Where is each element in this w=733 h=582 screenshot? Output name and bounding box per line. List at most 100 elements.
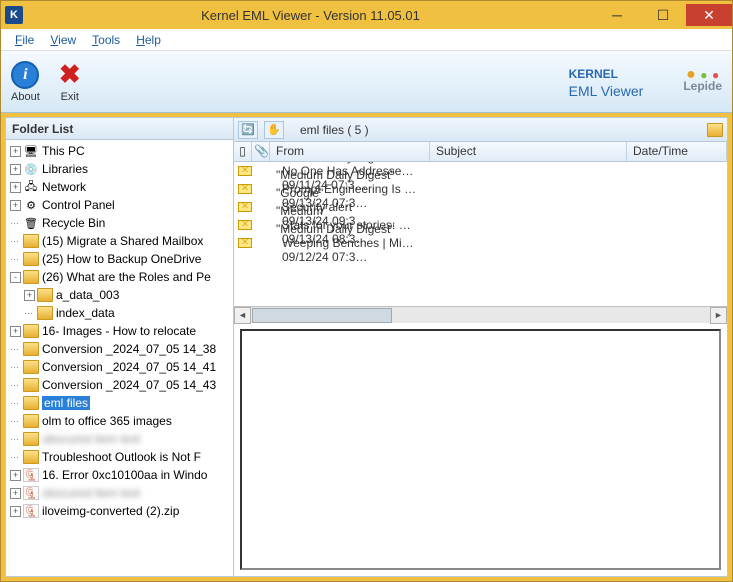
col-attach[interactable]: 📎 xyxy=(252,142,270,161)
folder-icon xyxy=(37,306,53,320)
folder-icon xyxy=(23,324,39,338)
expand-toggle[interactable]: + xyxy=(10,488,21,499)
bin-icon: 🗑 xyxy=(23,216,39,230)
envelope-icon xyxy=(238,184,252,194)
zip-icon: 🗜 xyxy=(23,504,39,518)
tree-item[interactable]: +🖥This PC xyxy=(6,142,233,160)
zip-icon: 🗜 xyxy=(23,486,39,500)
tree-item[interactable]: +16- Images - How to relocate xyxy=(6,322,233,340)
tree-item[interactable]: ⋯olm to office 365 images xyxy=(6,412,233,430)
tree-item-label: obscured item text xyxy=(42,486,140,500)
expand-toggle[interactable]: + xyxy=(10,200,21,211)
expand-toggle[interactable]: + xyxy=(10,182,21,193)
expand-toggle[interactable]: + xyxy=(10,146,21,157)
exit-button[interactable]: ✖ Exit xyxy=(56,61,84,103)
maximize-button[interactable]: ☐ xyxy=(640,4,686,26)
tree-item-label: (25) How to Backup OneDrive xyxy=(42,252,201,266)
brand-area: KERNEL EML Viewer ● ● ● Lepide xyxy=(569,65,722,99)
lepide-logo: ● ● ● Lepide xyxy=(683,71,722,93)
menubar: File View Tools Help xyxy=(1,29,732,51)
tree-item[interactable]: +🗜16. Error 0xc10100aa in Windo xyxy=(6,466,233,484)
menu-help[interactable]: Help xyxy=(128,31,169,49)
about-button[interactable]: i About xyxy=(11,61,40,103)
menu-tools[interactable]: Tools xyxy=(84,31,128,49)
envelope-icon xyxy=(238,166,252,176)
tree-item[interactable]: ⋯Troubleshoot Outlook is Not F xyxy=(6,448,233,466)
folder-icon xyxy=(23,396,39,410)
expand-toggle[interactable]: + xyxy=(10,470,21,481)
folder-icon xyxy=(23,432,39,446)
email-list[interactable]: "Medium Daily Digest" No One Has Address… xyxy=(234,162,727,306)
right-panel: 🔄 ✋ eml files ( 5 ) ▯ 📎 From Subject Dat… xyxy=(234,118,727,576)
tree-item-label: Recycle Bin xyxy=(42,216,105,230)
folder-icon xyxy=(23,252,39,266)
tree-item[interactable]: ⋯🗑Recycle Bin xyxy=(6,214,233,232)
close-x-icon: ✖ xyxy=(56,61,84,89)
col-subject[interactable]: Subject xyxy=(430,142,627,161)
menu-file[interactable]: File xyxy=(7,31,42,49)
tree-item[interactable]: +🗜iloveimg-converted (2).zip xyxy=(6,502,233,520)
expand-toggle[interactable]: + xyxy=(10,326,21,337)
expand-toggle[interactable]: + xyxy=(24,290,35,301)
email-row[interactable]: "Medium Daily Digest" Weeping Benches | … xyxy=(234,234,727,252)
tree-item[interactable]: ⋯(25) How to Backup OneDrive xyxy=(6,250,233,268)
tree-item[interactable]: +💿Libraries xyxy=(6,160,233,178)
expand-toggle[interactable]: - xyxy=(10,272,21,283)
expand-toggle[interactable]: + xyxy=(10,506,21,517)
email-from: "Medium Daily Digest" Weeping Benches | … xyxy=(270,222,430,264)
horizontal-scrollbar[interactable]: ◄ ► xyxy=(234,306,727,323)
tree-item[interactable]: ⋯Conversion _2024_07_05 14_38 xyxy=(6,340,233,358)
close-button[interactable]: ✕ xyxy=(686,4,732,26)
folder-icon xyxy=(23,270,39,284)
email-list-header: ▯ 📎 From Subject Date/Time xyxy=(234,142,727,162)
folder-icon xyxy=(23,414,39,428)
folder-icon xyxy=(23,234,39,248)
folder-panel: Folder List +🖥This PC+💿Libraries+🖧Networ… xyxy=(6,118,234,576)
folder-icon xyxy=(707,123,723,137)
tree-item[interactable]: ⋯eml files xyxy=(6,394,233,412)
tree-item-label: obscured item text xyxy=(42,432,140,446)
preview-pane xyxy=(240,329,721,570)
col-date[interactable]: Date/Time xyxy=(627,142,727,161)
tree-item-label: 16- Images - How to relocate xyxy=(42,324,196,338)
tree-item[interactable]: +🗜obscured item text xyxy=(6,484,233,502)
tree-item-label: Troubleshoot Outlook is Not F xyxy=(42,450,201,464)
tree-item[interactable]: ⋯(15) Migrate a Shared Mailbox xyxy=(6,232,233,250)
tree-item-label: 16. Error 0xc10100aa in Windo xyxy=(42,468,207,482)
tree-item[interactable]: + a_data_003 xyxy=(6,286,233,304)
email-date: 09/12/24 07:30:04 xyxy=(276,250,376,264)
titlebar[interactable]: K Kernel EML Viewer - Version 11.05.01 ─… xyxy=(1,1,732,29)
folder-list-header: Folder List xyxy=(6,118,233,140)
tree-item-label: a_data_003 xyxy=(56,288,119,302)
tree-item[interactable]: +🖧Network xyxy=(6,178,233,196)
refresh-button[interactable]: 🔄 xyxy=(238,121,258,139)
pc-icon: 🖥 xyxy=(23,144,39,158)
col-icon[interactable]: ▯ xyxy=(234,142,252,161)
menu-view[interactable]: View xyxy=(42,31,84,49)
scroll-right[interactable]: ► xyxy=(710,307,727,324)
main-area: Folder List +🖥This PC+💿Libraries+🖧Networ… xyxy=(5,117,728,577)
tree-item-label: Network xyxy=(42,180,86,194)
tree-item[interactable]: ⋯Conversion _2024_07_05 14_43 xyxy=(6,376,233,394)
tree-item[interactable]: ⋯index_data xyxy=(6,304,233,322)
zip-icon: 🗜 xyxy=(23,468,39,482)
about-label: About xyxy=(11,91,40,103)
expand-toggle[interactable]: + xyxy=(10,164,21,175)
tree-item-label: This PC xyxy=(42,144,85,158)
tree-item-label: index_data xyxy=(56,306,115,320)
tree-item-label: iloveimg-converted (2).zip xyxy=(42,504,179,518)
tree-item-label: Libraries xyxy=(42,162,88,176)
tree-item[interactable]: +⚙Control Panel xyxy=(6,196,233,214)
tree-item[interactable]: -(26) What are the Roles and Pe xyxy=(6,268,233,286)
minimize-button[interactable]: ─ xyxy=(594,4,640,26)
tree-item[interactable]: ⋯obscured item text xyxy=(6,430,233,448)
folder-tree[interactable]: +🖥This PC+💿Libraries+🖧Network+⚙Control P… xyxy=(6,140,233,576)
scroll-left[interactable]: ◄ xyxy=(234,307,251,324)
folder-icon xyxy=(23,378,39,392)
tree-item[interactable]: ⋯Conversion _2024_07_05 14_41 xyxy=(6,358,233,376)
scroll-thumb[interactable] xyxy=(252,308,392,323)
path-text: eml files ( 5 ) xyxy=(300,123,369,137)
hand-button[interactable]: ✋ xyxy=(264,121,284,139)
info-icon: i xyxy=(11,61,39,89)
col-from[interactable]: From xyxy=(270,142,430,161)
